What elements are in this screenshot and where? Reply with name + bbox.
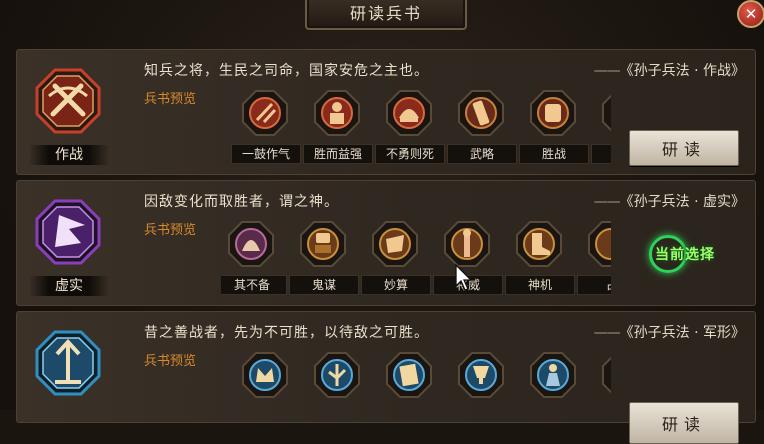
skill-strip (221, 348, 611, 432)
skill-item[interactable]: 一鼓作气 (231, 86, 301, 170)
source-title: 《孙子兵法 · 作战》 (619, 63, 745, 79)
xushi-emblem-icon (35, 199, 101, 265)
source-title: 《孙子兵法 · 虚实》 (619, 194, 745, 210)
skill-item[interactable]: 不勇则死 (375, 86, 445, 170)
statue-icon (530, 352, 576, 398)
skill-strip: 一鼓作气 胜而益强 不勇则死 武略 胜战 (221, 86, 611, 170)
boot-icon (516, 221, 562, 267)
skill-item[interactable]: 其不备 (221, 217, 287, 301)
skill-item[interactable] (591, 86, 611, 170)
skill-label: 妙算 (361, 275, 431, 295)
skill-label: 鬼谋 (289, 275, 359, 295)
window-title: 研读兵书 (349, 4, 422, 23)
book-quote: 因敌变化而取胜者，谓之神。 (144, 194, 339, 210)
skill-label: 神机 (505, 275, 575, 295)
skill-label: 不勇则死 (375, 144, 445, 164)
skill-item[interactable]: 武略 (447, 86, 517, 170)
skill-item[interactable] (447, 348, 517, 432)
tower-icon (602, 352, 611, 398)
skill-label: 其不备 (221, 275, 287, 295)
skill-label (591, 144, 611, 164)
book-row-xushi[interactable]: 虚实 因敌变化而取胜者，谓之神。 ——《孙子兵法 · 虚实》 兵书预览 其不备 … (16, 180, 756, 306)
current-selection-badge: 当前选择 (645, 235, 725, 273)
current-selection-label: 当前选择 (655, 247, 715, 263)
crown-icon (242, 352, 288, 398)
skill-item[interactable] (303, 348, 373, 432)
scroll-icon (458, 90, 504, 136)
warrior-icon (314, 90, 360, 136)
skill-item[interactable] (519, 348, 589, 432)
book-source: ——《孙子兵法 · 军形》 (594, 322, 745, 342)
skill-item[interactable]: 鬼谋 (289, 217, 359, 301)
skill-strip: 其不备 鬼谋 妙算 将威 神机 占 (221, 217, 611, 301)
fan-icon (228, 221, 274, 267)
emblem-label: 作战 (29, 145, 109, 165)
close-button[interactable]: ✕ (737, 0, 764, 28)
skill-item[interactable]: 胜战 (519, 86, 589, 170)
skill-item[interactable] (231, 348, 301, 432)
skill-item[interactable]: 妙算 (361, 217, 431, 301)
source-title: 《孙子兵法 · 军形》 (619, 325, 745, 341)
book-row-zuozhan[interactable]: 作战 知兵之将，生民之司命，国家安危之主也。 ——《孙子兵法 · 作战》 兵书预… (16, 49, 756, 175)
close-icon: ✕ (744, 4, 758, 23)
junxing-emblem-icon (35, 330, 101, 396)
zuozhan-emblem-icon (35, 68, 101, 134)
skill-item[interactable]: 占 (577, 217, 611, 301)
study-button[interactable]: 研读 (629, 402, 739, 444)
study-button[interactable]: 研读 (629, 130, 739, 166)
preview-label: 兵书预览 (144, 354, 197, 369)
window-title-plate: 研读兵书 (305, 0, 467, 30)
skill-label: 胜而益强 (303, 144, 373, 164)
fist-icon (530, 90, 576, 136)
mouse-cursor-icon (455, 264, 473, 291)
book-icon (386, 352, 432, 398)
preview-label: 兵书预览 (144, 223, 197, 238)
banner-icon (602, 90, 611, 136)
skill-item[interactable] (591, 348, 611, 432)
source-dash: —— (593, 325, 621, 341)
skill-label: 占 (577, 275, 611, 295)
preview-label: 兵书预览 (144, 92, 197, 107)
cup-icon (458, 352, 504, 398)
book-source: ——《孙子兵法 · 作战》 (594, 60, 745, 80)
source-dash: —— (593, 194, 621, 210)
helmet-icon (386, 90, 432, 136)
skill-item[interactable]: 神机 (505, 217, 575, 301)
mask-icon (300, 221, 346, 267)
book-quote: 昔之善战者，先为不可胜，以待敌之可胜。 (144, 325, 429, 341)
emblem-label: 虚实 (29, 276, 109, 296)
skill-label: 胜战 (519, 144, 589, 164)
general-icon (444, 221, 490, 267)
drum-icon (242, 90, 288, 136)
book-source: ——《孙子兵法 · 虚实》 (594, 191, 745, 211)
skill-label: 一鼓作气 (231, 144, 301, 164)
book-quote: 知兵之将，生民之司命，国家安危之主也。 (144, 63, 429, 79)
tree-icon (314, 352, 360, 398)
source-dash: —— (593, 63, 621, 79)
skill-label: 武略 (447, 144, 517, 164)
hand-icon (372, 221, 418, 267)
skill-item[interactable]: 胜而益强 (303, 86, 373, 170)
book-row-junxing[interactable]: 昔之善战者，先为不可胜，以待敌之可胜。 ——《孙子兵法 · 军形》 兵书预览 研… (16, 311, 756, 444)
shield-icon (588, 221, 611, 267)
skill-item[interactable] (375, 348, 445, 432)
